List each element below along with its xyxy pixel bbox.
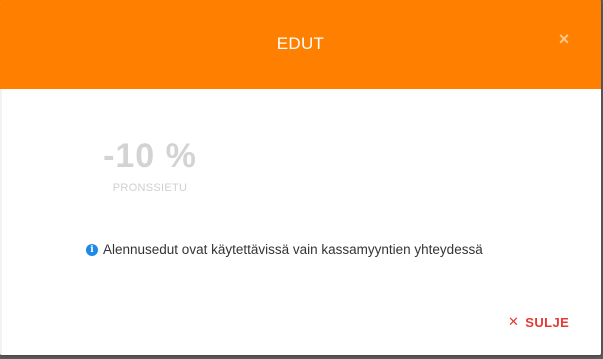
benefit-tier-label: PRONSSIETU <box>112 182 188 194</box>
close-icon[interactable]: × <box>553 28 575 50</box>
benefit-card: -10 % PRONSSIETU <box>95 136 205 194</box>
close-button[interactable]: ✕ SULJE <box>508 314 569 330</box>
close-button-label: SULJE <box>525 314 570 330</box>
info-text: Alennusedut ovat käytettävissä vain kass… <box>103 242 483 257</box>
dialog-edge <box>0 89 2 355</box>
dialog-header: EDUT × <box>0 0 601 89</box>
benefits-dialog: EDUT × -10 % PRONSSIETU i Alennusedut ov… <box>0 0 601 355</box>
dialog-title: EDUT <box>276 34 325 53</box>
info-message: i Alennusedut ovat käytettävissä vain ka… <box>86 242 483 257</box>
info-icon: i <box>86 243 98 256</box>
close-x-icon: ✕ <box>508 314 520 329</box>
discount-value: -10 % <box>103 137 197 175</box>
